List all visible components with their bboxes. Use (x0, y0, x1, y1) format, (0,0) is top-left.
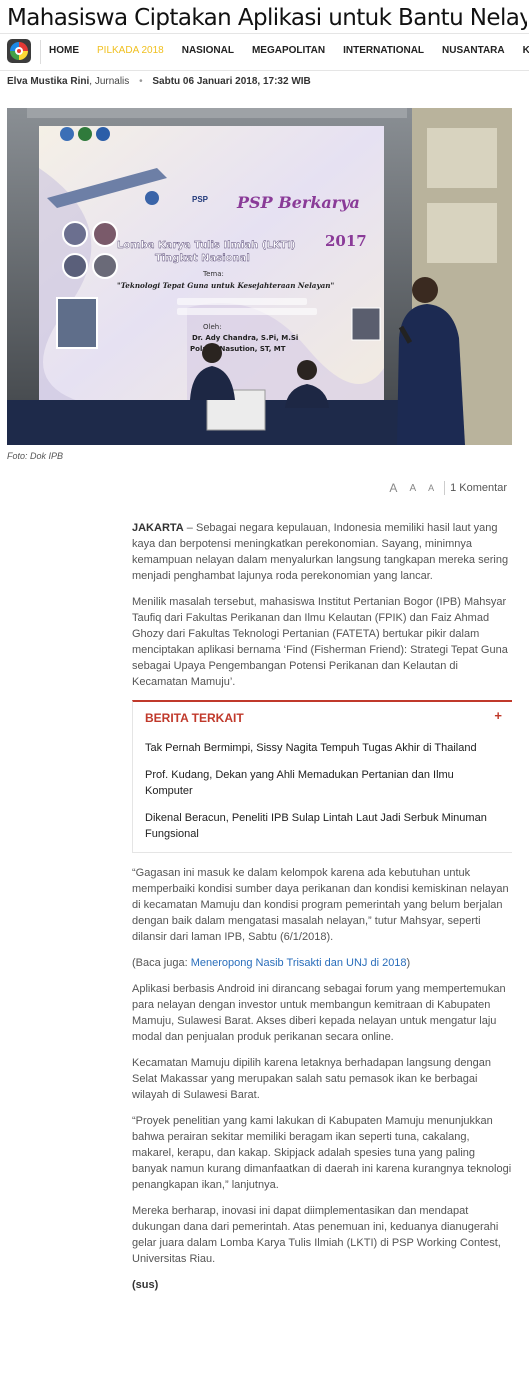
speaker-portrait (92, 221, 118, 247)
presenter (397, 304, 465, 445)
speaker-portrait (56, 297, 98, 349)
nav-item-pilkada-2018[interactable]: PILKADA 2018 (88, 34, 173, 70)
related-news-item[interactable]: Tak Pernah Bermimpi, Sissy Nagita Tempuh… (145, 740, 500, 756)
logo-badge-icon (60, 127, 74, 141)
font-size-small-button[interactable]: A (428, 483, 434, 493)
paragraph: Mereka berharap, inovasi ini dapat diimp… (132, 1205, 501, 1265)
nav-item-nasional[interactable]: NASIONAL (173, 34, 243, 70)
paragraph: “Proyek penelitian yang kami lakukan di … (132, 1115, 512, 1191)
font-size-large-button[interactable]: A (389, 481, 397, 495)
article-photo: PSP PSP Berkarya 2017 Lomba Karya Tulis … (7, 108, 512, 445)
banner-oleh: Oleh: (203, 323, 222, 331)
font-size-medium-button[interactable]: A (409, 483, 416, 494)
comments-link[interactable]: 1 Komentar (450, 482, 507, 494)
logo-badge-icon (78, 127, 92, 141)
paragraph: Kecamatan Mamuju dipilih karena letaknya… (132, 1057, 491, 1101)
expand-plus-icon[interactable]: + (494, 708, 502, 724)
author-role: Jurnalis (94, 76, 130, 87)
logo-badge-icon (145, 191, 159, 205)
article-tools: A A A 1 Komentar (389, 481, 507, 495)
photo-scene: PSP PSP Berkarya 2017 Lomba Karya Tulis … (7, 108, 512, 445)
nav-item-megapolitan[interactable]: MEGAPOLITAN (243, 34, 334, 70)
author-name[interactable]: Elva Mustika Rini (7, 76, 89, 87)
banner-speaker-1: Dr. Ady Chandra, S.Pi, M.Si (192, 334, 298, 342)
speaker-portrait (92, 253, 118, 279)
dateline: JAKARTA (132, 522, 184, 534)
main-nav: HOME PILKADA 2018 NASIONAL MEGAPOLITAN I… (40, 34, 529, 70)
paragraph: Aplikasi berbasis Android ini dirancang … (132, 983, 506, 1043)
speaker-portrait (351, 307, 381, 341)
publish-date: Sabtu 06 Januari 2018, 17:32 WIB (152, 76, 311, 87)
top-navbar: HOME PILKADA 2018 NASIONAL MEGAPOLITAN I… (0, 33, 529, 71)
byline-bullet: • (139, 76, 143, 87)
nav-item-home[interactable]: HOME (40, 34, 88, 70)
psp-logo-text: PSP (192, 195, 209, 204)
paragraph: “Gagasan ini masuk ke dalam kelompok kar… (132, 867, 509, 943)
related-news-item[interactable]: Prof. Kudang, Dekan yang Ahli Memadukan … (145, 767, 500, 799)
tools-divider (444, 481, 446, 495)
paragraph: (sus) (132, 1277, 512, 1293)
paragraph: Menilik masalah tersebut, mahasiswa Inst… (132, 596, 508, 688)
banner-line2: Tingkat Nasional (155, 253, 250, 264)
related-news-title: BERITA TERKAIT (145, 711, 244, 725)
paragraph: (Baca juga: Meneropong Nasib Trisakti da… (132, 957, 411, 969)
nav-item-nusantara[interactable]: NUSANTARA (433, 34, 514, 70)
article-headline: Mahasiswa Ciptakan Aplikasi untuk Bantu … (7, 5, 527, 31)
nav-item-international[interactable]: INTERNATIONAL (334, 34, 433, 70)
related-news-item[interactable]: Dikenal Beracun, Peneliti IPB Sulap Lint… (145, 810, 500, 842)
speaker-portrait (62, 253, 88, 279)
banner-theme: "Teknologi Tepat Guna untuk Kesejahteraa… (117, 281, 335, 290)
speaker-portrait (62, 221, 88, 247)
banner-title: PSP Berkarya (236, 193, 360, 212)
article-byline: Elva Mustika Rini, Jurnalis • Sabtu 06 J… (7, 76, 311, 87)
related-news-box: BERITA TERKAIT + Tak Pernah Bermimpi, Si… (132, 700, 512, 853)
signoff: (sus) (132, 1279, 159, 1291)
banner-year: 2017 (325, 232, 367, 250)
see-also-link[interactable]: Meneropong Nasib Trisakti dan UNJ di 201… (191, 957, 407, 969)
site-logo-icon[interactable] (7, 39, 31, 63)
photo-caption: Foto: Dok IPB (7, 451, 64, 461)
nav-item-kampus[interactable]: KAMPUS (514, 34, 529, 70)
banner-line1: Lomba Karya Tulis Ilmiah (LKTI) (117, 240, 296, 251)
banner-tema: Tema: (202, 270, 224, 278)
logo-badge-icon (96, 127, 110, 141)
paragraph: JAKARTA – Sebagai negara kepulauan, Indo… (132, 522, 509, 582)
article-body: JAKARTA – Sebagai negara kepulauan, Indo… (132, 520, 512, 1303)
